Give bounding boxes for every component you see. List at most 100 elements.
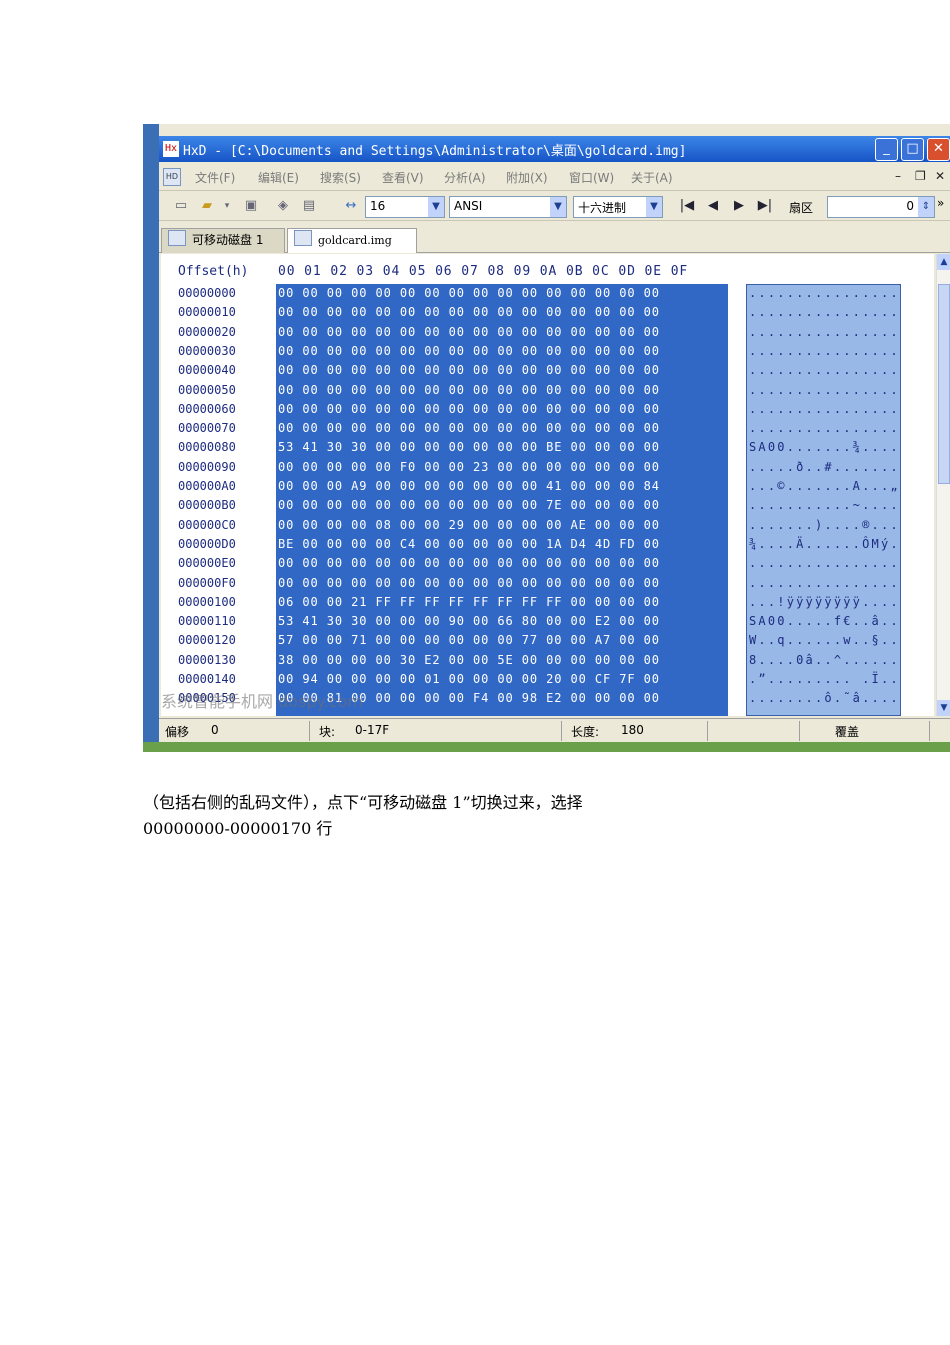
maximize-icon[interactable]: □ bbox=[901, 138, 924, 161]
offset-header: Offset(h) bbox=[178, 264, 249, 279]
bytes-per-row-select[interactable]: 16 ▼ bbox=[365, 196, 445, 218]
close-icon[interactable]: ✕ bbox=[927, 138, 950, 161]
open-dropdown-icon[interactable]: ▾ bbox=[217, 196, 237, 216]
row-text[interactable]: ................ bbox=[749, 383, 900, 402]
row-text[interactable]: 8....0â..^...... bbox=[749, 653, 900, 672]
status-length-value: 180 bbox=[621, 723, 644, 737]
hxd-window: Hx HxD - [C:\Documents and Settings\Admi… bbox=[159, 124, 950, 752]
chevron-down-icon[interactable]: ▼ bbox=[428, 197, 444, 217]
row-text[interactable]: ................ bbox=[749, 402, 900, 421]
row-hex[interactable]: 00 00 00 00 00 00 00 00 00 00 00 00 00 0… bbox=[278, 576, 660, 595]
vertical-scrollbar[interactable]: ▲ ▼ bbox=[936, 254, 950, 716]
mdi-restore-icon[interactable]: ❐ bbox=[915, 169, 926, 183]
row-offset: 000000D0 bbox=[178, 536, 236, 551]
row-hex[interactable]: 00 00 00 00 00 00 00 00 00 00 00 00 00 0… bbox=[278, 325, 660, 344]
hex-editor[interactable]: Offset(h) 00 01 02 03 04 05 06 07 08 09 … bbox=[161, 254, 934, 716]
menu-window[interactable]: 窗口(W) bbox=[569, 169, 614, 186]
scroll-thumb[interactable] bbox=[938, 284, 950, 484]
row-text[interactable]: .......)....®... bbox=[749, 518, 900, 537]
menu-extras[interactable]: 附加(X) bbox=[506, 169, 548, 186]
open-disk-icon[interactable]: ◈ bbox=[273, 196, 293, 216]
bytes-per-row-icon: ↔ bbox=[345, 198, 357, 213]
menu-analysis[interactable]: 分析(A) bbox=[444, 169, 486, 186]
row-text[interactable]: .”......... .Ï.. bbox=[749, 672, 900, 691]
row-offset: 00000070 bbox=[178, 421, 236, 436]
open-folder-icon[interactable]: ▰ bbox=[197, 196, 217, 216]
open-ram-icon[interactable]: ▤ bbox=[299, 196, 319, 216]
desktop-strip bbox=[143, 124, 159, 752]
row-hex[interactable]: 06 00 00 21 FF FF FF FF FF FF FF FF 00 0… bbox=[278, 595, 660, 614]
chevron-down-icon[interactable]: ▼ bbox=[550, 197, 566, 217]
row-hex[interactable]: 00 00 00 00 00 00 00 00 00 00 00 00 00 0… bbox=[278, 363, 660, 382]
row-hex[interactable]: 00 00 00 00 08 00 00 29 00 00 00 00 AE 0… bbox=[278, 518, 660, 537]
tab-bar: 可移动磁盘 1 goldcard.img bbox=[159, 224, 950, 253]
menu-file[interactable]: 文件(F) bbox=[195, 169, 235, 186]
row-text[interactable]: ¾....Ä......ÔMý. bbox=[749, 537, 900, 556]
row-text[interactable]: ................ bbox=[749, 576, 900, 595]
row-hex[interactable]: 57 00 00 71 00 00 00 00 00 00 77 00 00 A… bbox=[278, 633, 660, 652]
charset-select[interactable]: ANSI ▼ bbox=[449, 196, 567, 218]
save-icon[interactable]: ▣ bbox=[241, 196, 261, 216]
toolbar-overflow-icon[interactable]: » bbox=[937, 196, 944, 210]
tab-goldcard-img[interactable]: goldcard.img bbox=[287, 228, 417, 253]
offset-base-select[interactable]: 十六进制 ▼ bbox=[573, 196, 663, 218]
row-text[interactable]: SA00.......¾.... bbox=[749, 440, 900, 459]
row-offset: 000000C0 bbox=[178, 517, 236, 532]
row-text[interactable]: ...©.......A...„ bbox=[749, 479, 900, 498]
charset-value: ANSI bbox=[454, 199, 483, 213]
status-length-label: 长度: bbox=[571, 725, 600, 739]
menu-search[interactable]: 搜索(S) bbox=[320, 169, 361, 186]
title-bar[interactable]: Hx HxD - [C:\Documents and Settings\Admi… bbox=[159, 136, 950, 162]
row-text[interactable]: ................ bbox=[749, 325, 900, 344]
previous-sector-icon[interactable]: ◀ bbox=[703, 196, 723, 216]
tab-removable-disk[interactable]: 可移动磁盘 1 bbox=[161, 228, 285, 253]
disk-icon bbox=[168, 230, 186, 246]
row-text[interactable]: ...........~.... bbox=[749, 498, 900, 517]
chevron-down-icon[interactable]: ▼ bbox=[646, 197, 662, 217]
mdi-close-icon[interactable]: ✕ bbox=[935, 169, 945, 183]
row-hex[interactable]: BE 00 00 00 00 C4 00 00 00 00 00 1A D4 4… bbox=[278, 537, 660, 556]
menu-edit[interactable]: 编辑(E) bbox=[258, 169, 299, 186]
new-file-icon[interactable]: ▭ bbox=[171, 196, 191, 216]
status-block-label: 块: bbox=[319, 725, 336, 739]
row-hex[interactable]: 00 00 00 00 00 00 00 00 00 00 00 00 00 0… bbox=[278, 305, 660, 324]
row-hex[interactable]: 00 00 00 A9 00 00 00 00 00 00 00 41 00 0… bbox=[278, 479, 660, 498]
menu-about[interactable]: 关于(A) bbox=[631, 169, 673, 186]
row-offset: 000000A0 bbox=[178, 479, 236, 493]
row-hex[interactable]: 00 00 00 00 00 F0 00 00 23 00 00 00 00 0… bbox=[278, 460, 660, 479]
row-text[interactable]: ................ bbox=[749, 556, 900, 575]
row-hex[interactable]: 00 00 00 00 00 00 00 00 00 00 00 00 00 0… bbox=[278, 556, 660, 575]
last-sector-icon[interactable]: ▶| bbox=[755, 196, 775, 216]
row-text[interactable]: ...!ÿÿÿÿÿÿÿÿ.... bbox=[749, 595, 900, 614]
minimize-icon[interactable]: _ bbox=[875, 138, 898, 161]
row-text[interactable]: ................ bbox=[749, 421, 900, 440]
window-title: HxD - [C:\Documents and Settings\Adminis… bbox=[183, 144, 687, 159]
scroll-up-icon[interactable]: ▲ bbox=[937, 254, 950, 270]
sector-value: 0 bbox=[906, 199, 914, 213]
row-hex[interactable]: 00 00 00 00 00 00 00 00 00 00 00 00 00 0… bbox=[278, 286, 660, 305]
next-sector-icon[interactable]: ▶ bbox=[729, 196, 749, 216]
status-bar: 偏移 0 块: 0-17F 长度: 180 覆盖 bbox=[159, 718, 950, 743]
row-text[interactable]: ................ bbox=[749, 363, 900, 382]
row-text[interactable]: ................ bbox=[749, 344, 900, 363]
row-text[interactable]: ................ bbox=[749, 286, 900, 305]
row-hex[interactable]: 00 00 00 00 00 00 00 00 00 00 00 00 00 0… bbox=[278, 402, 660, 421]
row-hex[interactable]: 00 00 00 00 00 00 00 00 00 00 00 00 00 0… bbox=[278, 344, 660, 363]
row-hex[interactable]: 53 41 30 30 00 00 00 00 00 00 00 BE 00 0… bbox=[278, 440, 660, 459]
row-hex[interactable]: 53 41 30 30 00 00 00 90 00 66 80 00 00 E… bbox=[278, 614, 660, 633]
scroll-down-icon[interactable]: ▼ bbox=[937, 700, 950, 716]
row-hex[interactable]: 38 00 00 00 00 30 E2 00 00 5E 00 00 00 0… bbox=[278, 653, 660, 672]
row-text[interactable]: ................ bbox=[749, 305, 900, 324]
spinner-icon[interactable]: ⇕ bbox=[918, 197, 934, 217]
row-hex[interactable]: 00 00 00 00 00 00 00 00 00 00 00 00 00 0… bbox=[278, 421, 660, 440]
row-text[interactable]: W..q......w..§.. bbox=[749, 633, 900, 652]
first-sector-icon[interactable]: |◀ bbox=[677, 196, 697, 216]
menu-view[interactable]: 查看(V) bbox=[382, 169, 424, 186]
row-text[interactable]: .....ð..#....... bbox=[749, 460, 900, 479]
row-text[interactable]: ........ô.˜â.... bbox=[749, 691, 900, 710]
row-hex[interactable]: 00 00 00 00 00 00 00 00 00 00 00 00 00 0… bbox=[278, 383, 660, 402]
row-hex[interactable]: 00 00 00 00 00 00 00 00 00 00 00 7E 00 0… bbox=[278, 498, 660, 517]
mdi-minimize-icon[interactable]: – bbox=[895, 169, 901, 183]
sector-input[interactable]: 0 ⇕ bbox=[827, 196, 935, 218]
row-text[interactable]: SA00.....f€..â.. bbox=[749, 614, 900, 633]
